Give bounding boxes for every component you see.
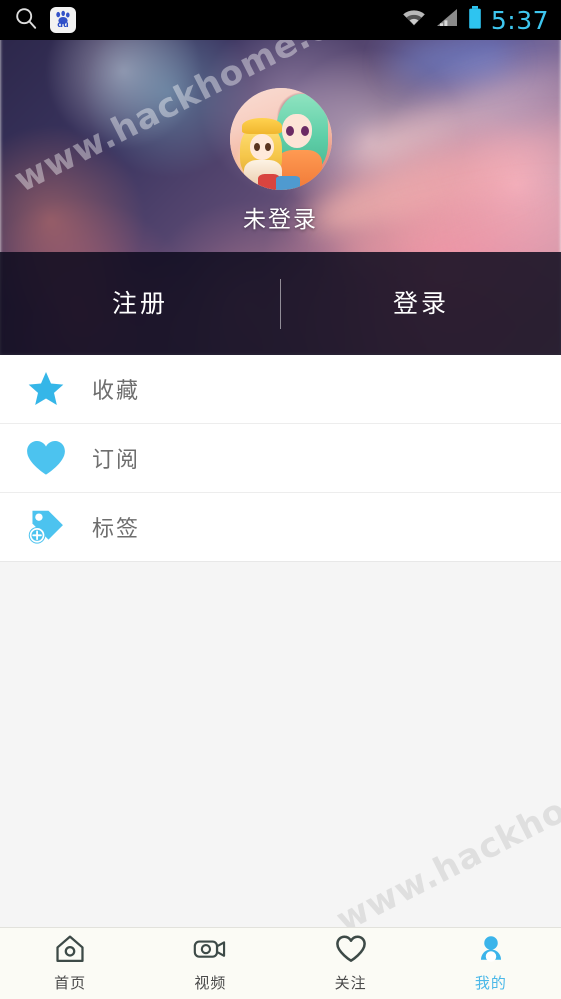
nickname-label: 未登录	[243, 207, 318, 233]
menu-item-label: 收藏	[92, 379, 141, 404]
home-icon	[54, 934, 86, 968]
menu-item-favorites[interactable]: 收藏	[0, 355, 561, 424]
nav-item-label: 视频	[194, 974, 227, 992]
wifi-icon	[401, 7, 427, 33]
status-bar: du 5:37	[0, 0, 561, 40]
auth-bar: 注册 登录	[0, 252, 561, 355]
heart-icon	[0, 438, 92, 478]
menu-item-subscribe[interactable]: 订阅	[0, 424, 561, 493]
cellular-signal-icon	[435, 7, 459, 33]
nav-item-label: 首页	[54, 974, 87, 992]
watermark-bottom: www.hackhome.com	[330, 719, 561, 941]
nav-item-label: 关注	[334, 974, 367, 992]
person-icon	[476, 934, 506, 968]
menu-item-label: 标签	[92, 517, 141, 542]
baidu-logo-text: du	[57, 20, 69, 29]
heart-outline-icon	[335, 934, 367, 968]
battery-icon	[467, 5, 483, 35]
nav-item-mine[interactable]: 我的	[421, 928, 561, 999]
tag-plus-icon	[0, 507, 92, 547]
nav-item-label: 我的	[474, 974, 507, 992]
menu-list: 收藏 订阅 标签	[0, 355, 561, 562]
status-bar-right: 5:37	[401, 5, 561, 35]
baidu-logo-icon[interactable]: du	[50, 7, 76, 33]
avatar-image	[229, 88, 332, 190]
nav-item-follow[interactable]: 关注	[281, 928, 421, 999]
avatar[interactable]	[229, 88, 332, 190]
nav-item-video[interactable]: 视频	[140, 928, 280, 999]
menu-item-label: 订阅	[92, 448, 141, 473]
login-button[interactable]: 登录	[281, 252, 561, 355]
search-icon[interactable]	[14, 6, 38, 34]
nav-item-home[interactable]: 首页	[0, 928, 140, 999]
register-button[interactable]: 注册	[0, 252, 280, 355]
star-icon	[0, 369, 92, 409]
app-root: 未登录 注册 登录 收藏 订阅 标签 www.hackhome.com www.…	[0, 0, 561, 999]
video-camera-icon	[193, 934, 227, 968]
menu-item-tags[interactable]: 标签	[0, 493, 561, 562]
status-bar-left: du	[0, 6, 76, 34]
status-bar-clock: 5:37	[490, 5, 549, 35]
bottom-navigation-bar: 首页 视频 关注 我的	[0, 927, 561, 999]
